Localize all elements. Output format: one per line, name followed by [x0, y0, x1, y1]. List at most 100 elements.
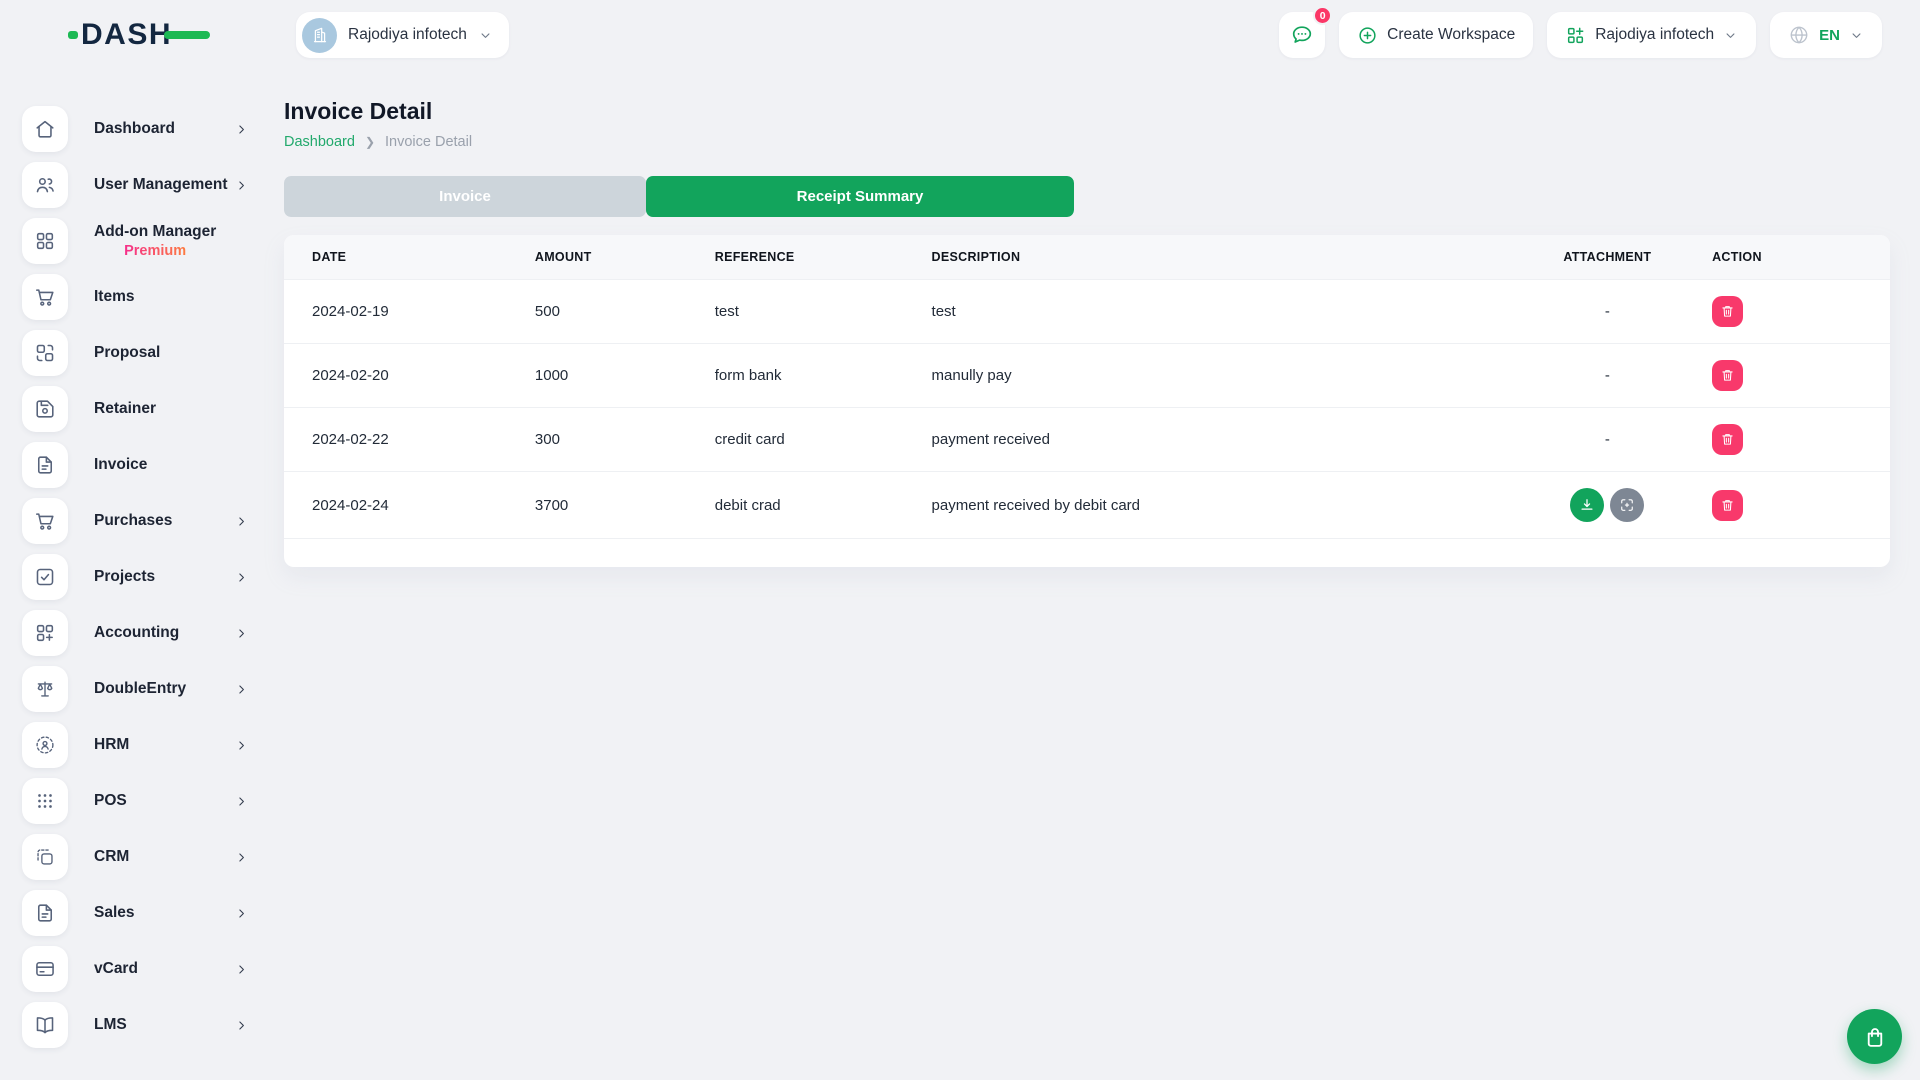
language-selector[interactable]: EN: [1770, 12, 1882, 58]
messages-button[interactable]: 0: [1279, 12, 1325, 58]
cell-reference: test: [705, 280, 922, 344]
delete-button[interactable]: [1712, 296, 1743, 327]
premium-badge: Premium: [124, 243, 186, 259]
detail-tabs: Invoice Receipt Summary: [284, 176, 1074, 217]
chevron-right-icon: [235, 795, 248, 808]
chevron-right-icon: [235, 515, 248, 528]
receipt-summary-card: DATE AMOUNT REFERENCE DESCRIPTION ATTACH…: [284, 235, 1890, 567]
file-icon: [22, 890, 68, 936]
grid-plus-icon: [22, 610, 68, 656]
globe-icon: [1788, 24, 1810, 46]
cell-date: 2024-02-22: [284, 408, 525, 472]
delete-button[interactable]: [1712, 360, 1743, 391]
tab-receipt-summary[interactable]: Receipt Summary: [646, 176, 1074, 217]
scale-icon: [22, 666, 68, 712]
sidebar-item-vcard[interactable]: vCard: [22, 946, 284, 992]
chevron-down-icon: [1849, 28, 1864, 43]
sidebar-item-pos[interactable]: POS: [22, 778, 284, 824]
dots-grid-icon: [22, 778, 68, 824]
preview-icon: [1618, 496, 1636, 514]
cart-icon: [22, 274, 68, 320]
cell-attachment: -: [1513, 280, 1703, 344]
column-header-attachment: ATTACHMENT: [1513, 235, 1703, 280]
cell-action: [1702, 344, 1890, 408]
table-row: 2024-02-22 300 credit card payment recei…: [284, 408, 1890, 472]
download-attachment-button[interactable]: [1570, 488, 1604, 522]
workspace-switcher[interactable]: Rajodiya infotech: [296, 12, 509, 58]
sidebar-item-crm[interactable]: CRM: [22, 834, 284, 880]
breadcrumb: Dashboard ❯ Invoice Detail: [284, 134, 1890, 150]
sidebar-item-invoice[interactable]: Invoice: [22, 442, 284, 488]
shopping-bag-icon: [1862, 1024, 1888, 1050]
language-code: EN: [1819, 27, 1840, 44]
sidebar-item-accounting[interactable]: Accounting: [22, 610, 284, 656]
sidebar-item-proposal[interactable]: Proposal: [22, 330, 284, 376]
sidebar-item-retainer[interactable]: Retainer: [22, 386, 284, 432]
breadcrumb-separator: ❯: [365, 135, 375, 149]
cell-attachment: -: [1513, 344, 1703, 408]
breadcrumb-current: Invoice Detail: [385, 134, 472, 150]
cell-action: [1702, 472, 1890, 539]
users-icon: [22, 162, 68, 208]
table-row: 2024-02-24 3700 debit crad payment recei…: [284, 472, 1890, 539]
sidebar-item-items[interactable]: Items: [22, 274, 284, 320]
sidebar-item-lms[interactable]: LMS: [22, 1002, 284, 1048]
chevron-right-icon: [235, 739, 248, 752]
create-workspace-label: Create Workspace: [1387, 26, 1515, 44]
trash-icon: [1719, 431, 1736, 448]
save-icon: [22, 386, 68, 432]
sidebar-item-addon-manager[interactable]: Add-on Manager Premium: [22, 218, 284, 264]
sidebar-item-hrm[interactable]: HRM: [22, 722, 284, 768]
cell-reference: form bank: [705, 344, 922, 408]
delete-button[interactable]: [1712, 424, 1743, 455]
preview-attachment-button[interactable]: [1610, 488, 1644, 522]
trash-icon: [1719, 303, 1736, 320]
chevron-right-icon: [235, 963, 248, 976]
logo-dash: [164, 31, 210, 39]
sidebar-item-projects[interactable]: Projects: [22, 554, 284, 600]
receipt-table: DATE AMOUNT REFERENCE DESCRIPTION ATTACH…: [284, 235, 1890, 539]
trash-icon: [1719, 497, 1736, 514]
sidebar-item-doubleentry[interactable]: DoubleEntry: [22, 666, 284, 712]
overlap-squares-icon: [22, 834, 68, 880]
delete-button[interactable]: [1712, 490, 1743, 521]
breadcrumb-dashboard-link[interactable]: Dashboard: [284, 134, 355, 150]
logo: DASH: [0, 18, 284, 52]
chevron-down-icon: [478, 28, 493, 43]
tab-invoice[interactable]: Invoice: [284, 176, 646, 217]
chevron-down-icon: [1723, 28, 1738, 43]
chevron-right-icon: [235, 1019, 248, 1032]
sidebar-item-sales[interactable]: Sales: [22, 890, 284, 936]
cell-date: 2024-02-20: [284, 344, 525, 408]
cell-amount: 3700: [525, 472, 705, 539]
chevron-right-icon: [235, 683, 248, 696]
grid-icon: [22, 218, 68, 264]
sidebar-item-dashboard[interactable]: Dashboard: [22, 106, 284, 152]
cell-description: payment received: [922, 408, 1513, 472]
cell-date: 2024-02-19: [284, 280, 525, 344]
create-workspace-button[interactable]: Create Workspace: [1339, 12, 1533, 58]
sidebar-item-purchases[interactable]: Purchases: [22, 498, 284, 544]
circle-plus-icon: [1357, 25, 1378, 46]
column-header-amount: AMOUNT: [525, 235, 705, 280]
book-icon: [22, 1002, 68, 1048]
cart-icon: [22, 498, 68, 544]
company-dropdown[interactable]: Rajodiya infotech: [1547, 12, 1756, 58]
cell-description: manully pay: [922, 344, 1513, 408]
cell-action: [1702, 408, 1890, 472]
person-focus-icon: [22, 722, 68, 768]
sidebar-item-user-management[interactable]: User Management: [22, 162, 284, 208]
cell-description: test: [922, 280, 1513, 344]
sidebar: Dashboard User Management Add-on Manager…: [0, 70, 284, 1080]
cell-amount: 300: [525, 408, 705, 472]
chat-icon: [1290, 23, 1314, 47]
chevron-right-icon: [235, 123, 248, 136]
chevron-right-icon: [235, 907, 248, 920]
workspace-name: Rajodiya infotech: [348, 26, 467, 44]
workspace-avatar: [302, 18, 337, 53]
cell-description: payment received by debit card: [922, 472, 1513, 539]
cell-action: [1702, 280, 1890, 344]
credit-card-icon: [22, 946, 68, 992]
buy-addon-fab[interactable]: [1847, 1009, 1902, 1064]
trash-icon: [1719, 367, 1736, 384]
